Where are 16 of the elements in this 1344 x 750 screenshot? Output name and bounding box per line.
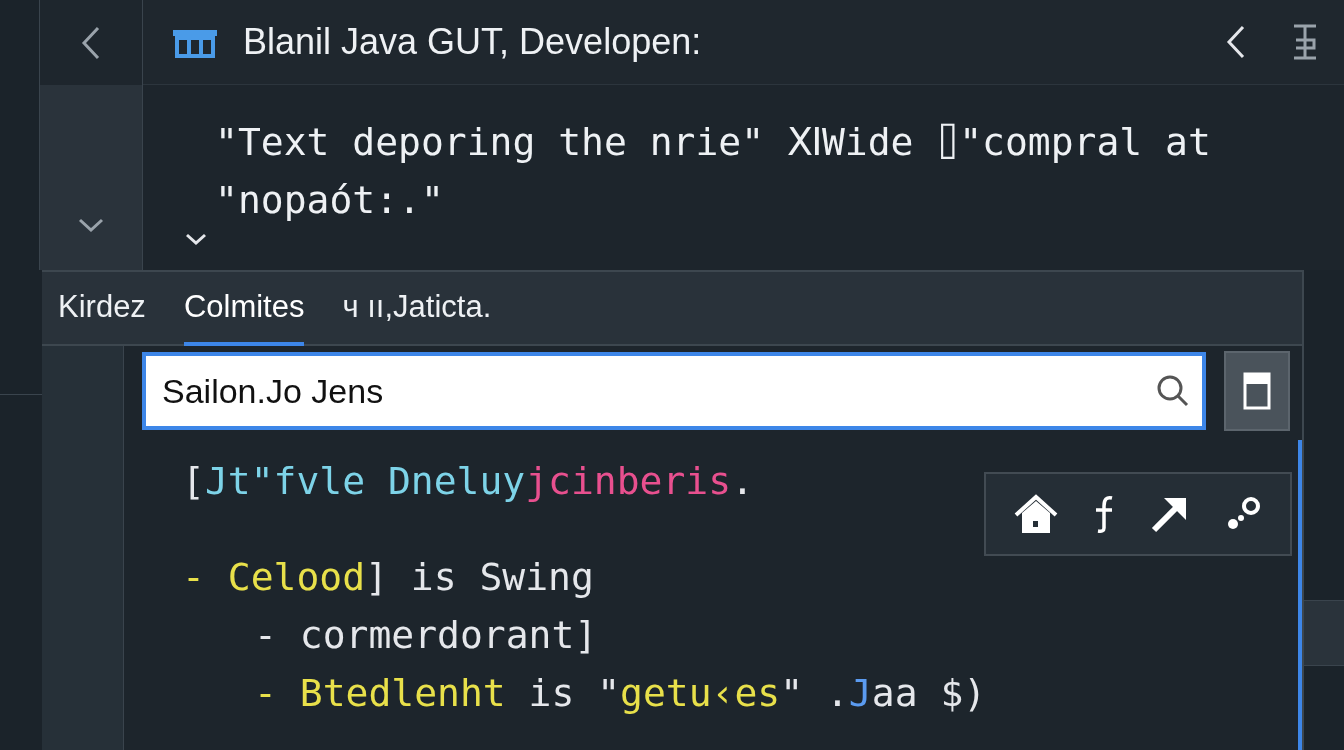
home-icon[interactable] xyxy=(1012,493,1059,535)
code-line: [Jt"fvle Dneluyjcinberis. xyxy=(182,458,754,505)
search-icon[interactable] xyxy=(1156,374,1190,408)
tab[interactable]: ч ıı,Jaticta. xyxy=(342,272,492,346)
window-title: Blanil Java GUT, Developen: xyxy=(243,20,702,64)
code-line: - cormerdorant] xyxy=(254,612,598,659)
description-text: "nopaót:." xyxy=(215,177,444,224)
description-text: "Text deporing the nrie" ⅪWide ⌷"compral at xyxy=(215,119,1211,166)
code-line: - Btedlenht is "getu‹es" .Jaa $) xyxy=(254,670,987,717)
layout-icon xyxy=(1243,372,1271,410)
layout-button[interactable] xyxy=(1224,351,1290,431)
tab[interactable]: Kirdez xyxy=(58,272,146,346)
chevron-down-icon[interactable] xyxy=(78,218,104,232)
chevron-left-icon[interactable] xyxy=(81,25,101,60)
code-line: - Celood] is Swing xyxy=(182,554,594,601)
search-field[interactable]: Sailon.Jo Jens xyxy=(142,352,1206,430)
